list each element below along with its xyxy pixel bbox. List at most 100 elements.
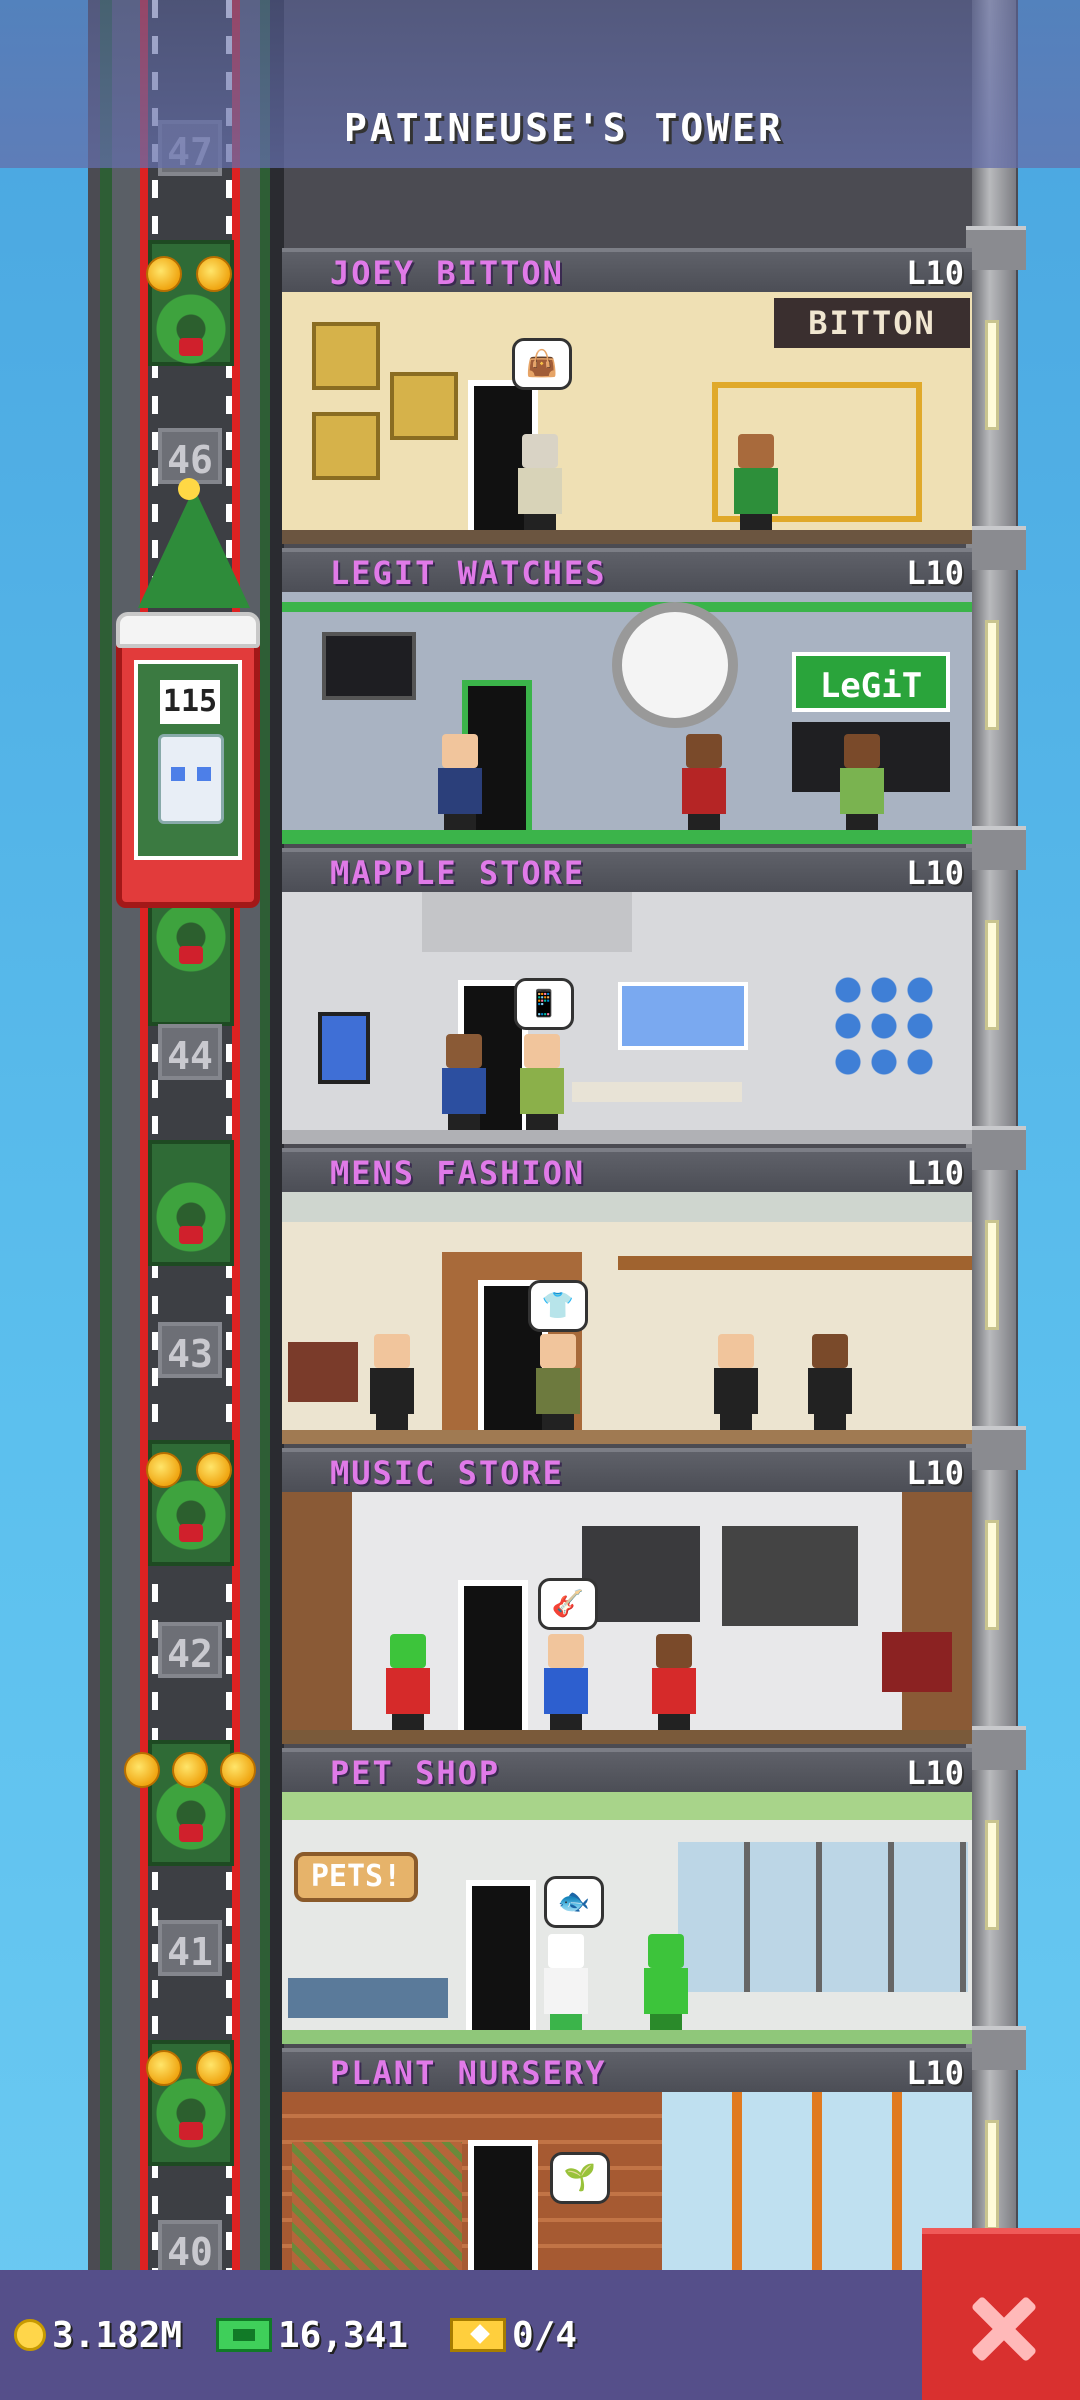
floor-strip bbox=[282, 1730, 972, 1744]
pillar-light bbox=[985, 1220, 999, 1330]
floor-name: PLANT NURSERY bbox=[330, 2054, 607, 2092]
shaft-floor-number: 44 bbox=[158, 1024, 222, 1080]
pillar-band bbox=[966, 526, 1026, 570]
thought-bubble-icon: 🌱 bbox=[550, 2152, 610, 2204]
pillar-band bbox=[966, 226, 1026, 270]
floor-name: LEGIT WATCHES bbox=[330, 554, 607, 592]
floor-name: MUSIC STORE bbox=[330, 1454, 564, 1492]
coins-counter[interactable]: 3.182M bbox=[14, 2310, 182, 2360]
floor-name: PET SHOP bbox=[330, 1754, 501, 1792]
floor-level: L10 bbox=[906, 1154, 964, 1192]
floor-joey-bitton[interactable]: JOEY BITTON L10 BITTON 👜 bbox=[282, 248, 972, 546]
bitizen[interactable] bbox=[840, 734, 884, 830]
shaft-floor-number: 43 bbox=[158, 1322, 222, 1378]
store-sign: LeGiT bbox=[792, 652, 950, 712]
floor-name: MENS FASHION bbox=[330, 1154, 586, 1192]
pillar-light bbox=[985, 2120, 999, 2230]
amp-stack bbox=[882, 1632, 952, 1692]
floor-legit-watches[interactable]: LEGIT WATCHES L10 LeGiT bbox=[282, 548, 972, 846]
floor-label-bar: MENS FASHION L10 bbox=[282, 1148, 972, 1196]
floor-name: JOEY BITTON bbox=[330, 254, 564, 292]
thought-bubble-icon: 🎸 bbox=[538, 1578, 598, 1630]
close-icon bbox=[968, 2294, 1038, 2364]
app-icons-wall bbox=[830, 972, 940, 1082]
bitizen[interactable] bbox=[644, 1934, 688, 2030]
bitizen[interactable] bbox=[370, 1334, 414, 1430]
wreath-icon bbox=[154, 1778, 228, 1852]
star-icon bbox=[124, 1752, 160, 1788]
wreath-icon bbox=[154, 2076, 228, 2150]
visitor[interactable] bbox=[520, 1034, 564, 1130]
room-interior: BITTON 👜 bbox=[282, 292, 972, 544]
wreath-icon bbox=[154, 1478, 228, 1552]
wreath-icon bbox=[154, 292, 228, 366]
pillar-band bbox=[966, 826, 1026, 870]
bitizen[interactable] bbox=[442, 1034, 486, 1130]
room-door[interactable] bbox=[466, 1880, 536, 2030]
wood-wall bbox=[282, 1492, 352, 1744]
room-door[interactable] bbox=[458, 1580, 528, 1730]
shaft-floor-number: 40 bbox=[158, 2220, 222, 2276]
brass-instruments-display bbox=[582, 1526, 700, 1622]
floor-mens-fashion[interactable]: MENS FASHION L10 👕 bbox=[282, 1148, 972, 1446]
tickets-value: 0/4 bbox=[512, 2314, 578, 2356]
clock-icon bbox=[612, 602, 738, 728]
floor-label-bar: PET SHOP L10 bbox=[282, 1748, 972, 1796]
visitor[interactable] bbox=[544, 1634, 588, 1730]
floor-label-bar: MUSIC STORE L10 bbox=[282, 1448, 972, 1496]
thought-bubble-icon: 👜 bbox=[512, 338, 572, 390]
bitizen[interactable] bbox=[652, 1634, 696, 1730]
visitor[interactable] bbox=[536, 1334, 580, 1430]
snowman-visitor[interactable] bbox=[544, 1934, 588, 2030]
tv-screen bbox=[322, 632, 416, 700]
kiosk-screen bbox=[318, 1012, 370, 1084]
elevator-passenger-count: 115 bbox=[160, 680, 220, 724]
floor-level: L10 bbox=[906, 254, 964, 292]
bitizen[interactable] bbox=[386, 1634, 430, 1730]
bitizen[interactable] bbox=[734, 434, 778, 530]
elevator-interior: 115 bbox=[134, 660, 242, 860]
close-button[interactable] bbox=[922, 2228, 1080, 2400]
star-icon bbox=[146, 2050, 182, 2086]
tree-star-icon bbox=[178, 478, 200, 500]
floor-strip bbox=[282, 1130, 972, 1144]
floor-mapple-store[interactable]: MAPPLE STORE L10 📱 bbox=[282, 848, 972, 1146]
shaft-floor-number: 42 bbox=[158, 1622, 222, 1678]
star-icon bbox=[196, 1452, 232, 1488]
floor-level: L10 bbox=[906, 1454, 964, 1492]
elevator-car[interactable]: 115 bbox=[116, 612, 260, 908]
pillar-light bbox=[985, 620, 999, 730]
wreath-icon bbox=[154, 900, 228, 974]
wood-wall bbox=[902, 1492, 972, 1744]
display-screen bbox=[618, 982, 748, 1050]
store-sign: PETS! bbox=[294, 1852, 418, 1902]
floor-plant-nursery[interactable]: PLANT NURSERY L10 🌱 bbox=[282, 2048, 972, 2270]
bitizen[interactable] bbox=[438, 734, 482, 830]
bux-counter[interactable]: 16,341 bbox=[216, 2310, 408, 2360]
display-cabinet bbox=[288, 1342, 358, 1402]
bitizen[interactable] bbox=[714, 1334, 758, 1430]
bitizen[interactable] bbox=[808, 1334, 852, 1430]
bux-value: 16,341 bbox=[278, 2314, 409, 2356]
clothing-rack bbox=[618, 1256, 972, 1406]
room-interior: PETS! 🐟 bbox=[282, 1792, 972, 2044]
room-door[interactable] bbox=[468, 2140, 538, 2270]
coin-icon bbox=[14, 2319, 46, 2351]
floor-music-store[interactable]: MUSIC STORE L10 🎸 bbox=[282, 1448, 972, 1746]
floor-strip bbox=[282, 1430, 972, 1444]
coins-value: 3.182M bbox=[52, 2314, 183, 2356]
floor-level: L10 bbox=[906, 854, 964, 892]
pillar-band bbox=[966, 2026, 1026, 2070]
bitizen[interactable] bbox=[682, 734, 726, 830]
visitor[interactable] bbox=[518, 434, 562, 530]
christmas-tree-icon bbox=[138, 488, 250, 608]
top-header: PATINEUSE'S TOWER bbox=[0, 0, 1080, 168]
display-table bbox=[572, 1082, 742, 1102]
golden-ticket-icon bbox=[450, 2318, 506, 2352]
room-interior: LeGiT bbox=[282, 592, 972, 844]
tickets-counter[interactable]: 0/4 bbox=[450, 2310, 577, 2360]
room-interior: 🌱 bbox=[282, 2092, 972, 2270]
star-icon bbox=[146, 256, 182, 292]
pet-tanks bbox=[678, 1842, 968, 1992]
floor-pet-shop[interactable]: PET SHOP L10 PETS! 🐟 bbox=[282, 1748, 972, 2046]
